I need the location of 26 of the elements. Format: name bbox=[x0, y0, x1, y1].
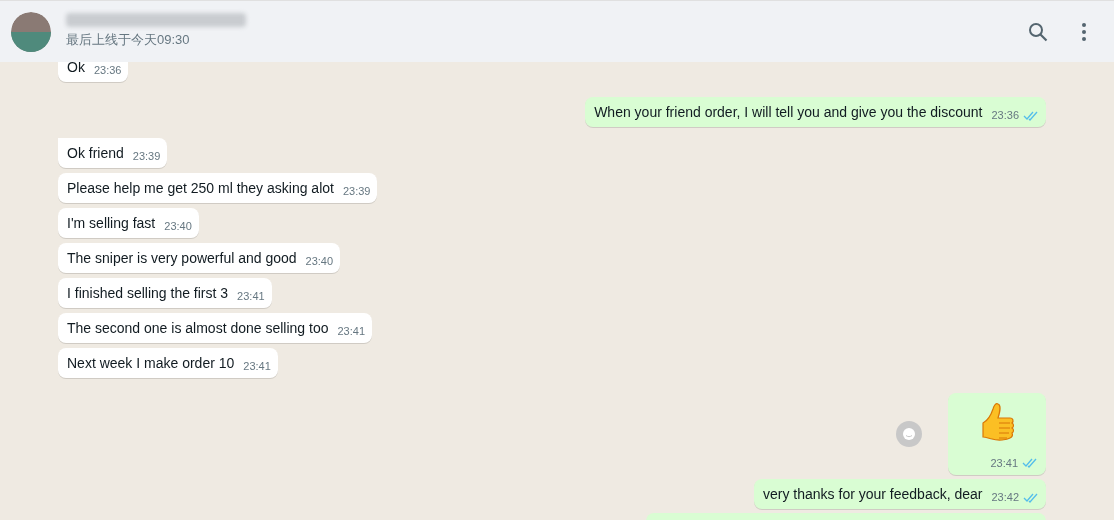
message-text: I'm selling fast bbox=[67, 214, 156, 232]
message-time: 23:41 bbox=[337, 325, 366, 337]
search-icon bbox=[1028, 21, 1048, 42]
message-time: 23:41 bbox=[243, 360, 271, 372]
message-text: When your friend order, I will tell you and give you the discount bbox=[594, 103, 983, 121]
more-options-icon bbox=[1082, 22, 1086, 41]
message-time: 23:39 bbox=[132, 150, 161, 162]
message-time: 23:42 bbox=[991, 491, 1019, 503]
message-text: The second one is almost done selling too bbox=[67, 319, 329, 337]
message-time: 23:40 bbox=[305, 255, 334, 267]
avatar[interactable] bbox=[11, 11, 51, 52]
message-time: 23:36 bbox=[93, 64, 122, 76]
message-text: I finished selling the first 3 bbox=[67, 284, 229, 302]
last-seen-status: 最后上线于今天09:30 bbox=[66, 31, 191, 50]
message-text: Next week I make order 10 bbox=[67, 354, 235, 372]
message-text: Ok bbox=[67, 62, 85, 76]
message-time: 23:36 bbox=[991, 109, 1019, 121]
message-text: Ok friend bbox=[67, 144, 124, 162]
message-text: very thanks for your feedback, dear bbox=[763, 485, 983, 503]
message-time: 23:40 bbox=[164, 220, 192, 232]
message-text: Please help me get 250 ml they asking alot bbox=[67, 179, 334, 197]
message-time: 23:39 bbox=[342, 185, 371, 197]
message-text: The sniper is very powerful and good bbox=[67, 249, 297, 267]
smiley-icon bbox=[902, 427, 916, 441]
message-time: 23:41 bbox=[237, 290, 265, 302]
message-time: 23:41 bbox=[990, 455, 1018, 471]
